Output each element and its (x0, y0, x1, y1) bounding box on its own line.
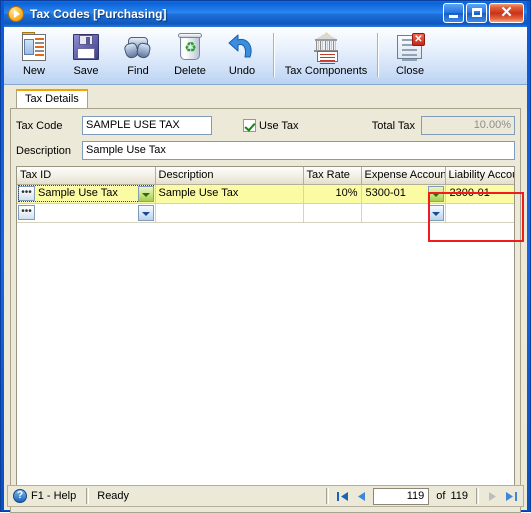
close-toolbar-button-label: Close (395, 65, 425, 77)
status-divider-2 (326, 488, 330, 504)
previous-record-button[interactable] (352, 488, 371, 505)
recycle-bin-icon: ♻ (174, 31, 206, 63)
cell-liability-account[interactable]: 2300-01 (445, 184, 514, 204)
status-bar: ? F1 - Help Ready 119 of 119 (7, 485, 524, 507)
next-record-button[interactable] (483, 488, 502, 505)
cell-tax-id[interactable]: ••• (17, 203, 156, 223)
toolbar: New Save Find ♻ Delete Undo ✦ Tax Compon… (4, 27, 527, 85)
cell-expense-account-text: 5300-01 (365, 187, 406, 199)
help-icon: ? (13, 489, 27, 503)
cell-description[interactable] (155, 203, 304, 223)
close-toolbar-button[interactable]: ✕ Close (384, 30, 436, 82)
current-record-input[interactable]: 119 (373, 487, 430, 505)
column-header-tax-id[interactable]: Tax ID (17, 167, 156, 185)
tax-detail-table: Tax ID Description Tax Rate Expense Acco… (17, 167, 514, 223)
save-button-label: Save (73, 65, 99, 77)
find-button[interactable]: Find (112, 30, 164, 82)
window-title: Tax Codes [Purchasing] (30, 7, 167, 21)
expense-account-dropdown-icon[interactable] (427, 185, 444, 202)
undo-button-label: Undo (228, 65, 256, 77)
tax-id-dropdown-icon[interactable] (137, 185, 154, 202)
application-window: Tax Codes [Purchasing] ✕ New Save Find ♻… (0, 0, 531, 513)
help-hint-label: F1 - Help (31, 490, 77, 502)
delete-button[interactable]: ♻ Delete (164, 30, 216, 82)
toolbar-separator-2 (377, 33, 379, 77)
tax-code-input[interactable]: SAMPLE USE TAX (82, 116, 212, 135)
client-area: New Save Find ♻ Delete Undo ✦ Tax Compon… (4, 27, 527, 513)
table-row[interactable]: ••• (17, 203, 514, 223)
document-close-icon: ✕ (394, 31, 426, 63)
toolbar-separator-1 (273, 33, 275, 77)
cell-liability-account-text: 2300-01 (449, 187, 490, 199)
tax-code-row: Tax Code SAMPLE USE TAX Use Tax Total Ta… (16, 115, 515, 136)
binoculars-icon (122, 31, 154, 63)
save-button[interactable]: Save (60, 30, 112, 82)
tax-detail-grid: Tax ID Description Tax Rate Expense Acco… (16, 166, 515, 507)
status-divider-1 (86, 488, 90, 504)
column-header-liability-account[interactable]: Liability Account (445, 167, 514, 185)
tax-id-lookup-icon[interactable]: ••• (18, 205, 35, 220)
window-controls: ✕ (443, 3, 524, 23)
table-row[interactable]: ••• Sample Use Tax Sample Use Tax 10% 53… (17, 184, 514, 204)
undo-arrow-icon (226, 31, 258, 63)
record-navigator: 119 of 119 (333, 487, 521, 505)
close-button[interactable]: ✕ (489, 3, 524, 23)
tax-components-button-label: Tax Components (284, 65, 368, 77)
new-button-label: New (22, 65, 45, 77)
close-icon: ✕ (500, 4, 513, 21)
help-hint[interactable]: ? F1 - Help (10, 489, 82, 503)
tax-id-dropdown-icon[interactable] (137, 204, 154, 221)
maximize-button[interactable] (466, 3, 487, 23)
floppy-disk-icon (70, 31, 102, 63)
cell-expense-account[interactable] (361, 203, 446, 223)
description-row: Description Sample Use Tax (16, 140, 515, 161)
use-tax-checkbox-group[interactable]: Use Tax (243, 119, 299, 132)
tax-id-lookup-icon[interactable]: ••• (18, 186, 35, 201)
cell-liability-account[interactable] (445, 203, 514, 223)
total-tax-value: 10.00% (421, 116, 515, 135)
total-tax-label: Total Tax (371, 119, 415, 132)
last-record-button[interactable] (502, 488, 521, 505)
column-header-description[interactable]: Description (155, 167, 304, 185)
description-label: Description (16, 144, 72, 157)
cell-description-text: Sample Use Tax (158, 187, 239, 199)
status-text: Ready (97, 490, 130, 502)
description-input[interactable]: Sample Use Tax (82, 141, 515, 160)
column-header-tax-rate[interactable]: Tax Rate (303, 167, 362, 185)
total-tax-group: Total Tax 10.00% (372, 116, 515, 135)
new-button[interactable]: New (8, 30, 60, 82)
cell-tax-id[interactable]: ••• Sample Use Tax (17, 184, 156, 204)
column-header-expense-account[interactable]: Expense Accoun (361, 167, 446, 185)
of-label: of (436, 490, 446, 502)
tab-tax-details[interactable]: Tax Details (16, 89, 88, 108)
status-divider-3 (476, 488, 479, 504)
cell-tax-id-text: Sample Use Tax (38, 187, 118, 199)
first-record-button[interactable] (333, 488, 352, 505)
maximize-icon (472, 8, 482, 17)
cell-tax-rate[interactable]: 10% (303, 184, 362, 204)
undo-button[interactable]: Undo (216, 30, 268, 82)
use-tax-checkbox[interactable] (243, 119, 256, 132)
total-records-label: 119 (450, 490, 468, 502)
cell-tax-rate[interactable] (303, 203, 362, 223)
table-header-row: Tax ID Description Tax Rate Expense Acco… (17, 167, 514, 185)
minimize-button[interactable] (443, 3, 464, 23)
cell-tax-rate-text: 10% (335, 187, 358, 199)
delete-button-label: Delete (174, 65, 206, 77)
expense-account-dropdown-icon[interactable] (427, 204, 444, 221)
new-document-icon (18, 31, 50, 63)
find-button-label: Find (127, 65, 149, 77)
tax-components-button[interactable]: ✦ Tax Components (280, 30, 372, 82)
minimize-icon (449, 15, 458, 18)
tax-code-label: Tax Code (16, 119, 63, 132)
cell-description[interactable]: Sample Use Tax (155, 184, 304, 204)
bank-building-icon: ✦ (310, 31, 342, 64)
app-play-circle-icon (8, 6, 24, 22)
cell-expense-account[interactable]: 5300-01 (361, 184, 446, 204)
tab-strip: Tax Details (10, 89, 521, 109)
title-bar: Tax Codes [Purchasing] ✕ (4, 1, 527, 27)
use-tax-label: Use Tax (259, 119, 299, 132)
tax-details-panel: Tax Code SAMPLE USE TAX Use Tax Total Ta… (10, 109, 521, 513)
